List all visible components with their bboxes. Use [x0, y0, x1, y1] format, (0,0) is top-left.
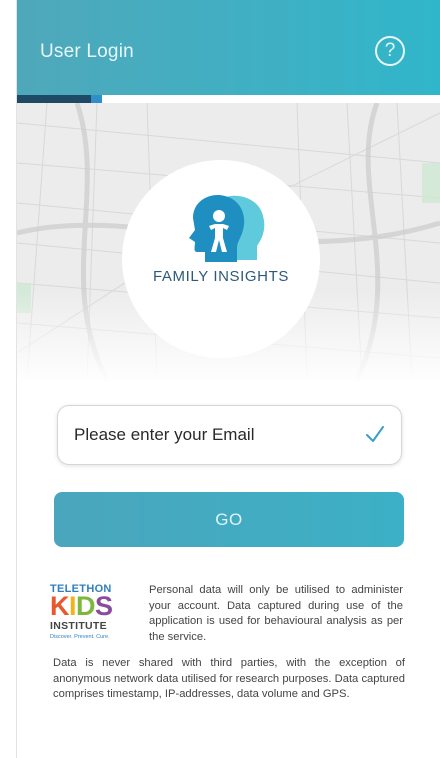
logo-tagline: Discover. Prevent. Cure. — [50, 634, 110, 640]
progress-bar — [17, 95, 440, 103]
family-heads-icon — [189, 194, 265, 262]
question-circle-icon[interactable]: ? — [375, 36, 405, 66]
app-screen: User Login ? FAMILY INSIGHTS Please ente… — [0, 0, 440, 758]
email-field[interactable] — [57, 405, 402, 465]
brand-name: FAMILY INSIGHTS — [153, 268, 289, 285]
check-icon — [366, 426, 384, 442]
logo-letter-i: I — [69, 591, 77, 621]
progress-tip — [90, 95, 102, 103]
logo-line-kids: KIDS — [50, 591, 113, 621]
logo-letter-d: D — [76, 591, 96, 621]
go-button[interactable]: GO — [54, 492, 404, 547]
privacy-notice-1: Personal data will only be utilised to a… — [149, 584, 403, 643]
app-header: User Login ? — [17, 0, 440, 95]
logo-line-institute: INSTITUTE — [50, 620, 107, 632]
logo-letter-k: K — [50, 591, 70, 621]
page-title: User Login — [40, 41, 134, 62]
logo-letter-s: S — [95, 591, 113, 621]
email-input[interactable] — [74, 420, 344, 450]
privacy-notice-2: Data is never shared with third parties,… — [53, 657, 405, 700]
telethon-kids-logo: TELETHON KIDS INSTITUTE Discover. Preven… — [50, 583, 130, 643]
progress-fill — [17, 95, 91, 103]
